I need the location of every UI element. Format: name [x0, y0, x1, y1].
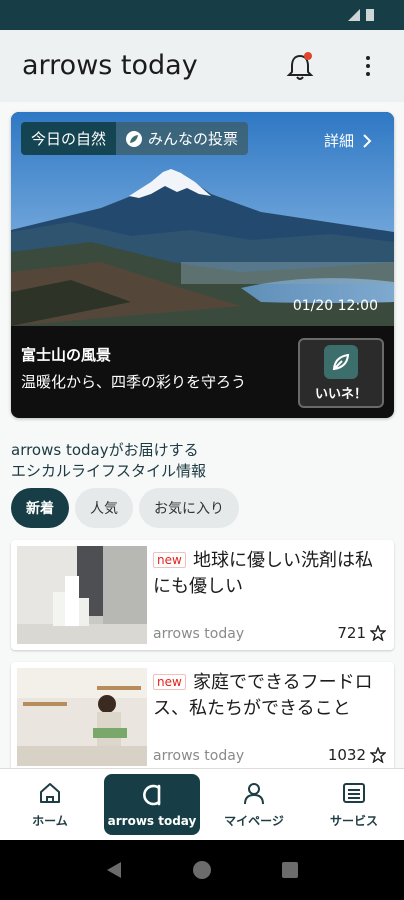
hero-text: 富士山の風景 温暖化から、四季の彩りを守ろう — [21, 344, 246, 392]
article-thumbnail — [17, 546, 147, 644]
article-title: 家庭でできるフードロス、私たちができること — [153, 672, 373, 719]
leaf-icon — [126, 130, 143, 147]
nav-mypage-label: マイページ — [224, 814, 284, 828]
hero-timestamp: 01/20 12:00 — [292, 298, 378, 314]
content-scroll[interactable]: 今日の自然 みんなの投票 詳細 01/20 12:00 富士山の風景 温暖化から… — [0, 102, 404, 768]
nav-mypage[interactable]: マイページ — [204, 769, 304, 840]
like-button[interactable]: いいネ！ — [298, 338, 384, 408]
like-label: いいネ！ — [314, 386, 367, 402]
battery-icon — [366, 9, 374, 21]
favorite-count-value: 721 — [337, 624, 366, 642]
nav-arrows-today-label: arrows today — [107, 813, 197, 828]
status-bar — [0, 0, 404, 30]
chevron-right-icon — [363, 133, 372, 148]
star-icon — [370, 625, 386, 641]
article-thumbnail — [17, 668, 147, 766]
article-card[interactable]: new 家庭でできるフードロス、私たちができること arrows today 1… — [11, 662, 394, 768]
person-icon — [244, 783, 264, 805]
section-heading-line1: arrows todayがお届けする — [11, 441, 199, 459]
leaf-icon — [324, 344, 358, 379]
back-icon[interactable] — [105, 860, 123, 880]
signal-icon — [348, 9, 360, 21]
star-icon — [370, 747, 386, 763]
notification-bell-icon[interactable] — [286, 52, 314, 82]
nav-arrows-today[interactable]: arrows today — [104, 774, 200, 835]
filter-popular[interactable]: 人気 — [75, 488, 133, 528]
article-source: arrows today — [153, 626, 245, 642]
filter-new[interactable]: 新着 — [11, 488, 69, 528]
filter-favorites[interactable]: お気に入り — [139, 488, 239, 528]
favorite-count-value: 1032 — [327, 746, 366, 764]
recents-icon[interactable] — [281, 861, 299, 879]
favorite-count[interactable]: 721 — [337, 624, 386, 642]
more-menu-icon[interactable] — [360, 52, 376, 80]
detail-label: 詳細 — [323, 132, 354, 150]
hero-subtitle: 温暖化から、四季の彩りを守ろう — [21, 373, 247, 391]
nav-services[interactable]: サービス — [304, 769, 404, 840]
service-list-icon — [343, 783, 365, 803]
article-card[interactable]: new 地球に優しい洗剤は私にも優しい arrows today 721 — [11, 540, 394, 650]
hero-tabs: 今日の自然 みんなの投票 — [21, 122, 249, 155]
detail-link[interactable]: 詳細 — [324, 130, 372, 151]
article-source: arrows today — [153, 748, 245, 764]
tab-everyones-vote-label: みんなの投票 — [148, 130, 239, 148]
filter-chips: 新着 人気 お気に入り — [11, 488, 239, 528]
app-header: arrows today — [0, 30, 404, 102]
nav-home-label: ホーム — [32, 814, 68, 828]
app-title: arrows today — [22, 50, 198, 81]
arrows-logo-icon — [143, 784, 161, 805]
nav-services-label: サービス — [329, 814, 378, 828]
home-icon — [40, 783, 60, 803]
tab-everyones-vote[interactable]: みんなの投票 — [116, 122, 249, 155]
article-title: 地球に優しい洗剤は私にも優しい — [153, 550, 373, 597]
bottom-nav: ホーム arrows today マイページ サービス — [0, 768, 404, 840]
tab-todays-nature[interactable]: 今日の自然 — [21, 122, 117, 155]
hero-title: 富士山の風景 — [21, 346, 112, 364]
section-heading-line2: エシカルライフスタイル情報 — [11, 462, 207, 480]
favorite-count[interactable]: 1032 — [328, 746, 386, 764]
system-nav-bar — [0, 840, 404, 900]
hero-card[interactable]: 今日の自然 みんなの投票 詳細 01/20 12:00 富士山の風景 温暖化から… — [11, 112, 394, 418]
nav-home[interactable]: ホーム — [0, 769, 100, 840]
home-circle-icon[interactable] — [192, 860, 212, 880]
notification-badge — [304, 52, 312, 60]
section-heading: arrows todayがお届けする エシカルライフスタイル情報 — [11, 440, 206, 482]
